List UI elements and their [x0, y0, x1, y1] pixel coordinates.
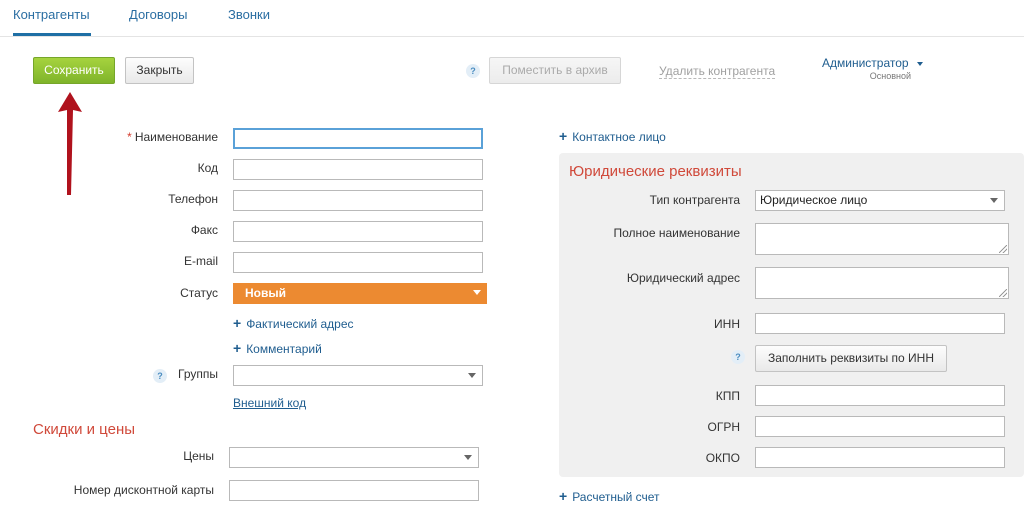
- user-role: Основной: [869, 71, 911, 81]
- save-button[interactable]: Сохранить: [33, 57, 115, 84]
- chevron-down-icon[interactable]: [917, 62, 923, 66]
- resize-handle-icon[interactable]: [999, 289, 1007, 297]
- add-actual-address-link[interactable]: + Фактический адрес: [233, 315, 354, 331]
- plus-icon: +: [233, 340, 242, 356]
- discount-card-input[interactable]: [229, 480, 479, 501]
- phone-input[interactable]: [233, 190, 483, 211]
- okpo-label: ОКПО: [705, 451, 740, 465]
- add-bank-account-link[interactable]: + Расчетный счет: [559, 488, 660, 504]
- fill-by-inn-button[interactable]: Заполнить реквизиты по ИНН: [755, 345, 947, 372]
- tab-bar: Контрагенты Договоры Звонки: [0, 0, 1024, 37]
- user-name[interactable]: Администратор: [822, 56, 926, 70]
- tab-contracts[interactable]: Договоры: [129, 7, 187, 22]
- email-input[interactable]: [233, 252, 483, 273]
- archive-button[interactable]: Поместить в архив: [489, 57, 621, 84]
- fax-label: Факс: [190, 223, 218, 237]
- caret-down-icon: [468, 373, 476, 378]
- counterparty-type-label: Тип контрагента: [649, 193, 740, 207]
- plus-icon: +: [233, 315, 242, 331]
- groups-label: Группы: [178, 367, 218, 381]
- prices-label: Цены: [183, 449, 214, 463]
- delete-counterparty-link[interactable]: Удалить контрагента: [659, 64, 776, 79]
- counterparty-type-value: Юридическое лицо: [760, 193, 868, 207]
- okpo-input[interactable]: [755, 447, 1005, 468]
- add-comment-link[interactable]: + Комментарий: [233, 340, 322, 356]
- code-label: Код: [197, 161, 218, 175]
- add-contact-person-link[interactable]: + Контактное лицо: [559, 128, 666, 144]
- legal-address-label: Юридический адрес: [626, 271, 740, 285]
- status-label: Статус: [180, 286, 218, 300]
- fax-input[interactable]: [233, 221, 483, 242]
- required-marker: *: [127, 130, 132, 144]
- phone-label: Телефон: [168, 192, 218, 206]
- tab-calls[interactable]: Звонки: [228, 7, 270, 22]
- tab-counterparties[interactable]: Контрагенты: [13, 7, 90, 22]
- arrow-up-icon: [58, 92, 82, 195]
- resize-handle-icon[interactable]: [999, 245, 1007, 253]
- discount-card-label: Номер дисконтной карты: [73, 483, 214, 497]
- status-select[interactable]: Новый: [233, 283, 487, 304]
- counterparty-type-select[interactable]: Юридическое лицо: [755, 190, 1005, 211]
- status-value: Новый: [245, 286, 286, 300]
- discounts-section-title: Скидки и цены: [33, 421, 136, 438]
- plus-icon: +: [559, 128, 568, 144]
- email-label: E-mail: [183, 254, 218, 268]
- archive-help-icon[interactable]: ?: [466, 64, 480, 78]
- name-label: * Наименование: [127, 130, 218, 144]
- external-code-link[interactable]: Внешний код: [233, 396, 306, 410]
- inn-label: ИНН: [714, 317, 740, 331]
- groups-help-icon[interactable]: ?: [153, 369, 167, 383]
- kpp-input[interactable]: [755, 385, 1005, 406]
- legal-details-title: Юридические реквизиты: [569, 163, 742, 180]
- inn-help-icon[interactable]: ?: [731, 350, 745, 364]
- active-tab-indicator: [13, 33, 91, 36]
- code-input[interactable]: [233, 159, 483, 180]
- kpp-label: КПП: [715, 389, 740, 403]
- caret-down-icon: [464, 455, 472, 460]
- user-menu[interactable]: Администратор Основной: [822, 56, 926, 81]
- legal-address-textarea[interactable]: [755, 267, 1009, 299]
- full-name-textarea[interactable]: [755, 223, 1009, 255]
- groups-select[interactable]: [233, 365, 483, 386]
- plus-icon: +: [559, 488, 568, 504]
- ogrn-input[interactable]: [755, 416, 1005, 437]
- full-name-label: Полное наименование: [613, 226, 741, 240]
- prices-select[interactable]: [229, 447, 479, 468]
- name-input[interactable]: [233, 128, 483, 149]
- caret-down-icon: [473, 290, 481, 295]
- close-button[interactable]: Закрыть: [125, 57, 194, 84]
- ogrn-label: ОГРН: [707, 420, 740, 434]
- caret-down-icon: [990, 198, 998, 203]
- inn-input[interactable]: [755, 313, 1005, 334]
